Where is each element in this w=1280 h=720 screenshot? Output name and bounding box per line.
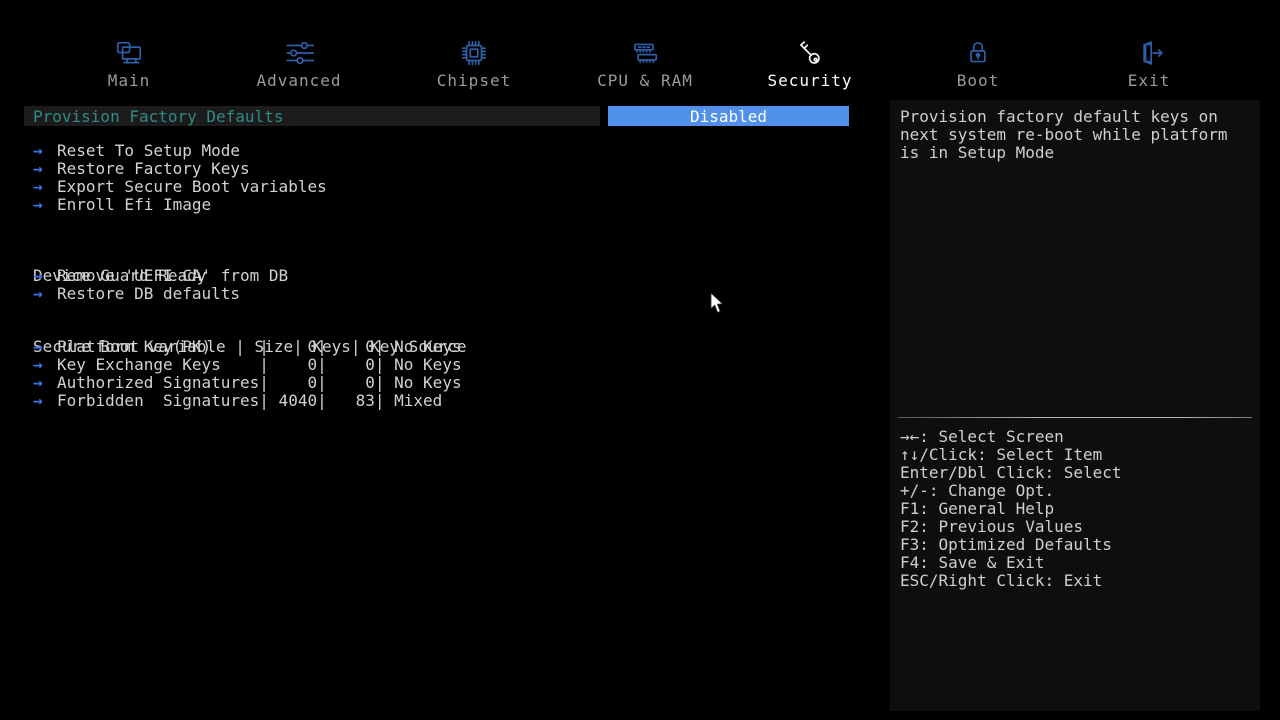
submenu-arrow-icon: → — [33, 392, 43, 410]
submenu-arrow-icon: → — [33, 374, 43, 392]
computer-icon — [114, 38, 144, 68]
tab-security-label: Security — [767, 72, 852, 90]
submenu-arrow-icon: → — [33, 196, 43, 214]
tab-exit-label: Exit — [1128, 72, 1171, 90]
lock-icon — [963, 38, 993, 68]
memory-icon — [630, 38, 660, 68]
device-guard-section: Device Guard Ready → Remove 'UEFI CA' fr… — [0, 249, 890, 303]
item-help-text: Provision factory default keys on next s… — [900, 108, 1228, 162]
tab-security[interactable]: Security — [740, 38, 880, 90]
tab-cpu-ram[interactable]: CPU & RAM — [575, 38, 715, 90]
option-label: Provision Factory Defaults — [24, 107, 283, 126]
key-legend: →←: Select Screen ↑↓/Click: Select Item … — [900, 428, 1122, 590]
tab-main[interactable]: Main — [59, 38, 199, 90]
tab-boot[interactable]: Boot — [908, 38, 1048, 90]
sliders-icon — [284, 38, 314, 68]
menu-item-enroll-efi-image[interactable]: → Enroll Efi Image — [0, 196, 890, 214]
table-row-forbidden-signatures[interactable]: → Forbidden Signatures| 4040| 83| Mixed — [0, 392, 890, 410]
menu-item-export-secure-boot[interactable]: → Export Secure Boot variables — [0, 178, 890, 196]
legend-previous-values: F2: Previous Values — [900, 518, 1122, 536]
submenu-arrow-icon: → — [33, 356, 43, 374]
door-exit-icon — [1134, 38, 1164, 68]
help-panel-divider — [898, 417, 1252, 418]
submenu-arrow-icon: → — [33, 178, 43, 196]
option-value: Disabled — [690, 107, 767, 126]
legend-change-opt: +/-: Change Opt. — [900, 482, 1122, 500]
setup-menu-bar: Main Advanced Chipset — [0, 0, 1280, 100]
table-row-key-exchange-keys[interactable]: → Key Exchange Keys | 0| 0| No Keys — [0, 356, 890, 374]
option-value-box[interactable]: Disabled — [608, 106, 849, 126]
device-guard-header: Device Guard Ready — [0, 249, 890, 267]
secure-boot-table-header: Secure Boot variable | Size| Keys| Key S… — [0, 320, 890, 338]
tab-chipset-label: Chipset — [437, 72, 511, 90]
menu-item-reset-setup-mode[interactable]: → Reset To Setup Mode — [0, 142, 890, 160]
legend-select-item: ↑↓/Click: Select Item — [900, 446, 1122, 464]
secure-boot-variable-table: Secure Boot variable | Size| Keys| Key S… — [0, 320, 890, 410]
legend-esc-exit: ESC/Right Click: Exit — [900, 572, 1122, 590]
submenu-arrow-icon: → — [33, 338, 43, 356]
tab-chipset[interactable]: Chipset — [404, 38, 544, 90]
tab-boot-label: Boot — [957, 72, 1000, 90]
submenu-arrow-icon: → — [33, 142, 43, 160]
tab-advanced[interactable]: Advanced — [229, 38, 369, 90]
table-row-platform-key[interactable]: → Platform Key(PK) | 0| 0| No Keys — [0, 338, 890, 356]
help-panel: Provision factory default keys on next s… — [890, 100, 1260, 711]
key-icon — [795, 38, 825, 68]
menu-item-restore-db-defaults[interactable]: → Restore DB defaults — [0, 285, 890, 303]
legend-optimized-defaults: F3: Optimized Defaults — [900, 536, 1122, 554]
submenu-arrow-icon: → — [33, 285, 43, 303]
chip-icon — [459, 38, 489, 68]
provision-factory-defaults-row[interactable]: Provision Factory Defaults Disabled — [0, 106, 890, 126]
table-row-authorized-signatures[interactable]: → Authorized Signatures| 0| 0| No Keys — [0, 374, 890, 392]
security-actions-list: → Reset To Setup Mode → Restore Factory … — [0, 142, 890, 214]
legend-general-help: F1: General Help — [900, 500, 1122, 518]
legend-select: Enter/Dbl Click: Select — [900, 464, 1122, 482]
legend-save-exit: F4: Save & Exit — [900, 554, 1122, 572]
menu-item-remove-uefi-ca[interactable]: → Remove 'UEFI CA' from DB — [0, 267, 890, 285]
tab-main-label: Main — [108, 72, 151, 90]
tab-cpu-ram-label: CPU & RAM — [597, 72, 693, 90]
tab-exit[interactable]: Exit — [1079, 38, 1219, 90]
submenu-arrow-icon: → — [33, 267, 43, 285]
submenu-arrow-icon: → — [33, 160, 43, 178]
legend-select-screen: →←: Select Screen — [900, 428, 1122, 446]
option-label-bar: Provision Factory Defaults — [24, 106, 600, 126]
menu-item-restore-factory-keys[interactable]: → Restore Factory Keys — [0, 160, 890, 178]
tab-advanced-label: Advanced — [256, 72, 341, 90]
